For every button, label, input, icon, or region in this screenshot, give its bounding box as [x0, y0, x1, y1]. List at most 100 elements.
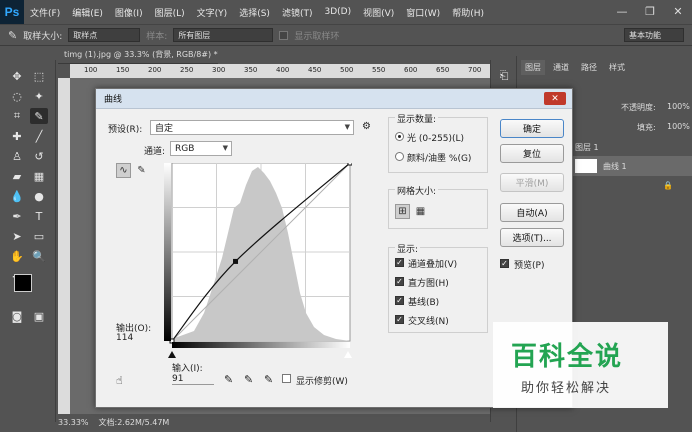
curve-graph[interactable]: [164, 163, 352, 349]
ruler-tick-label: 500: [340, 66, 354, 74]
channel-value: RGB: [175, 143, 195, 154]
marquee-tool-icon[interactable]: ⬚: [30, 68, 48, 84]
eraser-tool-icon[interactable]: ▰: [8, 168, 26, 184]
crop-tool-icon[interactable]: ⌗: [8, 108, 26, 124]
move-tool-icon[interactable]: ✥: [8, 68, 26, 84]
foreground-color-swatch[interactable]: [14, 274, 32, 292]
preset-select[interactable]: 自定 ▼: [150, 120, 354, 135]
dodge-tool-icon[interactable]: ●: [30, 188, 48, 204]
menu-image[interactable]: 图像(I): [109, 6, 149, 19]
curve-draw-pencil-icon[interactable]: ✎: [134, 163, 149, 178]
type-tool-icon[interactable]: T: [30, 208, 48, 224]
lock-icon: 🔒: [663, 181, 673, 190]
healing-tool-icon[interactable]: ✚: [8, 128, 26, 144]
grid-size-title: 网格大小:: [395, 184, 439, 197]
ok-button[interactable]: 确定: [500, 119, 564, 138]
shape-tool-icon[interactable]: ▭: [30, 228, 48, 244]
zoom-tool-icon[interactable]: 🔍: [30, 248, 48, 264]
sample-size-select[interactable]: 取样点: [68, 28, 141, 42]
menu-file[interactable]: 文件(F): [24, 6, 66, 19]
output-value[interactable]: 114: [116, 333, 133, 343]
input-value[interactable]: 91: [172, 374, 214, 385]
sample-label: 样本:: [146, 31, 168, 42]
tab-paths[interactable]: 路径: [577, 60, 601, 75]
opacity-value[interactable]: 100%: [667, 102, 690, 111]
lasso-tool-icon[interactable]: ◌: [8, 88, 26, 104]
curve-control-point[interactable]: [233, 258, 239, 264]
layer-name: 曲线 1: [603, 162, 627, 171]
document-title: timg (1).jpg @ 33.3% (背景, RGB/8#) *: [64, 50, 218, 59]
menu-select[interactable]: 选择(S): [233, 6, 276, 19]
path-select-tool-icon[interactable]: ➤: [8, 228, 26, 244]
pen-tool-icon[interactable]: ✒: [8, 208, 26, 224]
dialog-titlebar[interactable]: 曲线 ✕: [96, 89, 572, 109]
show-clipping-checkbox[interactable]: [282, 374, 291, 383]
zoom-level[interactable]: 33.33%: [58, 418, 89, 427]
history-panel-icon[interactable]: ⎗: [495, 68, 513, 84]
minimize-button[interactable]: —: [608, 0, 636, 22]
eyedropper-tool-icon[interactable]: ✎: [30, 108, 48, 124]
white-point-slider[interactable]: [344, 351, 352, 358]
chevron-down-icon: ▼: [344, 123, 350, 131]
pigment-radio[interactable]: [395, 152, 404, 161]
histogram-checkbox[interactable]: ✓: [395, 277, 404, 286]
brush-tool-icon[interactable]: ╱: [30, 128, 48, 144]
menu-view[interactable]: 视图(V): [357, 6, 400, 19]
gradient-tool-icon[interactable]: ▦: [30, 168, 48, 184]
preview-checkbox[interactable]: ✓: [500, 259, 509, 268]
ruler-tick-label: 150: [116, 66, 130, 74]
intersection-checkbox[interactable]: ✓: [395, 315, 404, 324]
channel-overlay-label: 通道叠加(V): [408, 260, 458, 270]
menu-filter[interactable]: 滤镜(T): [276, 6, 319, 19]
menu-window[interactable]: 窗口(W): [400, 6, 446, 19]
quick-mask-icon[interactable]: ◙: [8, 308, 26, 324]
sample-select[interactable]: 所有图层: [173, 28, 274, 42]
menu-type[interactable]: 文字(Y): [191, 6, 234, 19]
dialog-close-button[interactable]: ✕: [544, 92, 566, 105]
menu-help[interactable]: 帮助(H): [446, 6, 490, 19]
ruler-tick-label: 350: [244, 66, 258, 74]
blur-tool-icon[interactable]: 💧: [8, 188, 26, 204]
options-button[interactable]: 选项(T)...: [500, 228, 564, 247]
tab-channels[interactable]: 通道: [549, 60, 573, 75]
ruler-tick-label: 550: [372, 66, 386, 74]
stamp-tool-icon[interactable]: ♙: [8, 148, 26, 164]
white-eyedropper-icon[interactable]: ✎: [264, 373, 273, 386]
show-ring-checkbox[interactable]: [279, 30, 289, 40]
close-app-button[interactable]: ✕: [664, 0, 692, 22]
tab-styles[interactable]: 样式: [605, 60, 629, 75]
auto-button[interactable]: 自动(A): [500, 203, 564, 222]
simple-grid-icon[interactable]: ⊞: [395, 204, 410, 219]
gray-eyedropper-icon[interactable]: ✎: [244, 373, 253, 386]
document-tab[interactable]: timg (1).jpg @ 33.3% (背景, RGB/8#) *: [58, 46, 218, 64]
curve-control-point[interactable]: [347, 163, 352, 166]
tab-layers[interactable]: 图层: [521, 60, 545, 75]
light-radio[interactable]: [395, 132, 404, 141]
ruler-tick-label: 100: [84, 66, 98, 74]
target-adjust-hand-icon[interactable]: ☝: [116, 374, 123, 387]
curve-edit-points-icon[interactable]: ∿: [116, 163, 131, 178]
fill-value[interactable]: 100%: [667, 122, 690, 131]
menu-edit[interactable]: 编辑(E): [66, 6, 109, 19]
ruler-tick-label: 200: [148, 66, 162, 74]
hand-tool-icon[interactable]: ✋: [8, 248, 26, 264]
detailed-grid-icon[interactable]: ▦: [413, 204, 428, 219]
preset-options-gear-icon[interactable]: ⚙: [362, 121, 371, 132]
chevron-down-icon: ▼: [222, 144, 228, 152]
history-brush-icon[interactable]: ↺: [30, 148, 48, 164]
black-eyedropper-icon[interactable]: ✎: [224, 373, 233, 386]
magic-wand-tool-icon[interactable]: ✦: [30, 88, 48, 104]
black-point-slider[interactable]: [168, 351, 176, 358]
layer-group-name[interactable]: 图层 1: [575, 142, 599, 153]
menu-bar: Ps 文件(F) 编辑(E) 图像(I) 图层(L) 文字(Y) 选择(S) 滤…: [0, 0, 692, 24]
menu-layer[interactable]: 图层(L): [149, 6, 191, 19]
channel-select[interactable]: RGB ▼: [170, 141, 232, 156]
workspace-select[interactable]: 基本功能: [624, 28, 684, 42]
screen-mode-icon[interactable]: ▣: [30, 308, 48, 324]
channel-overlay-checkbox[interactable]: ✓: [395, 258, 404, 267]
smooth-button[interactable]: 平滑(M): [500, 173, 564, 192]
reset-button[interactable]: 复位: [500, 144, 564, 163]
restore-button[interactable]: ❐: [636, 0, 664, 22]
baseline-checkbox[interactable]: ✓: [395, 296, 404, 305]
menu-3d[interactable]: 3D(D): [318, 7, 357, 17]
